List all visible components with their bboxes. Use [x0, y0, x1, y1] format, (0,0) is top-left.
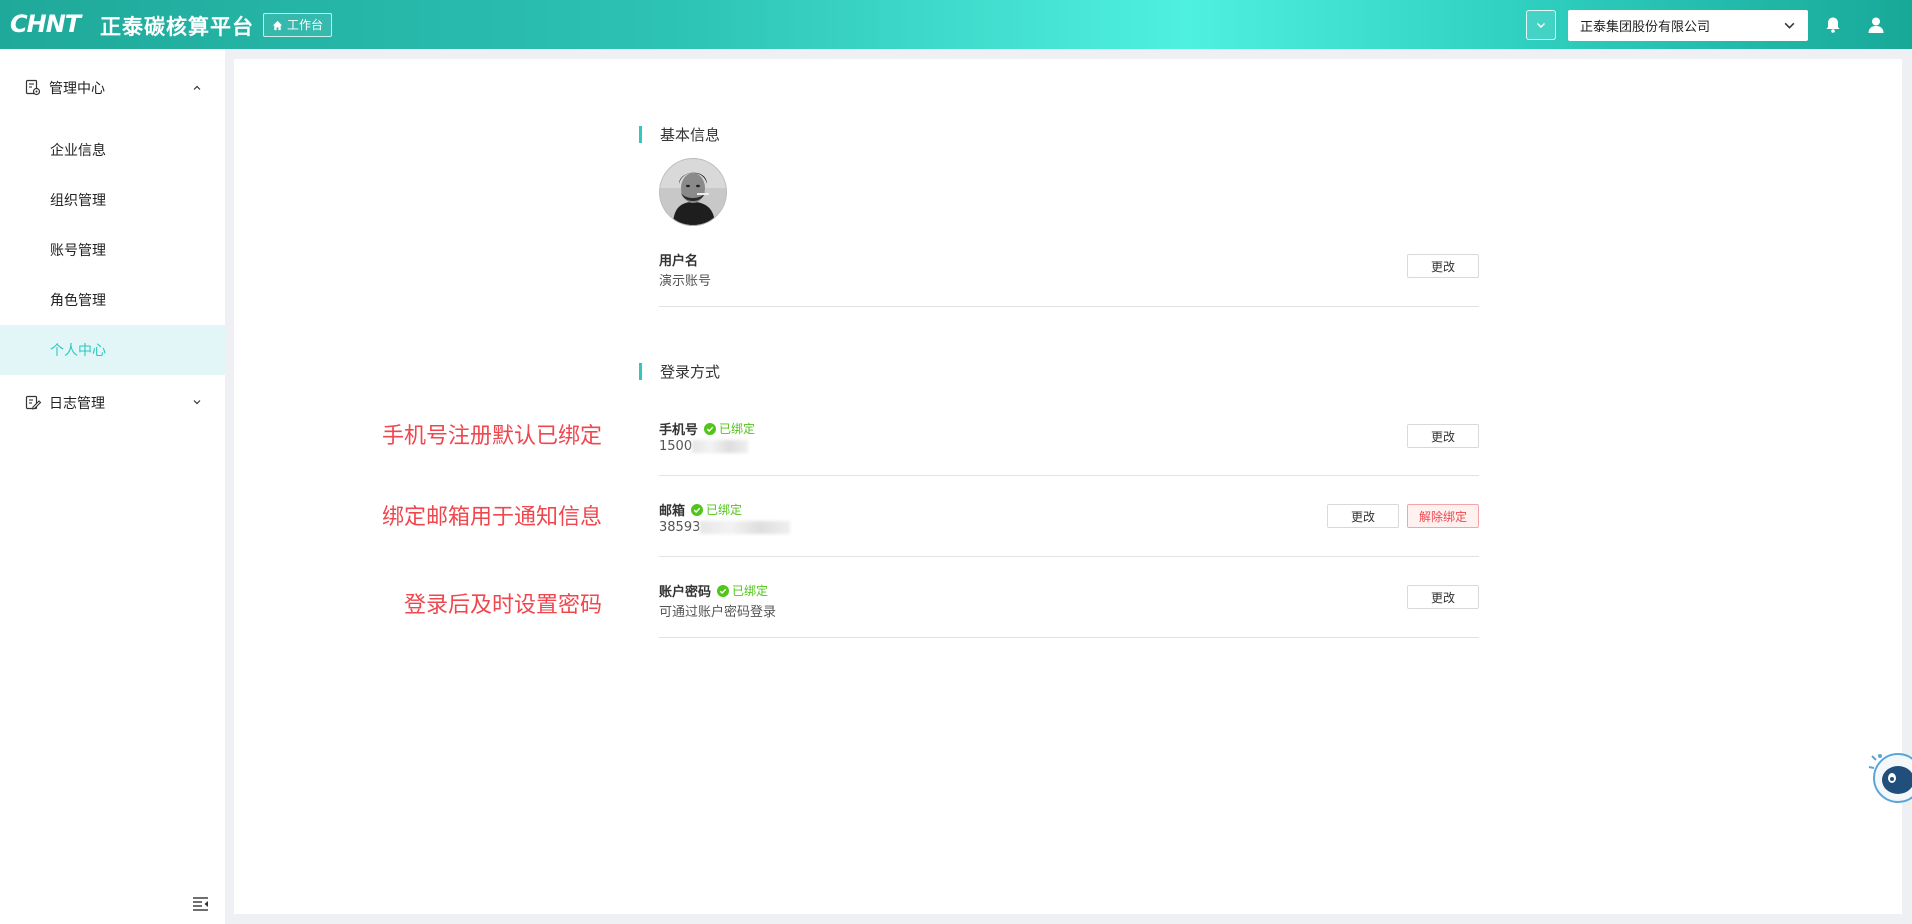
- sidebar-item-roles[interactable]: 角色管理: [0, 275, 225, 325]
- phone-label: 手机号 已绑定: [659, 419, 755, 438]
- document-settings-icon: [25, 79, 41, 96]
- check-circle-icon: [704, 422, 717, 435]
- password-bound-badge: 已绑定: [717, 582, 768, 599]
- divider: [659, 637, 1479, 638]
- masked-text: [700, 521, 791, 534]
- edit-email-button[interactable]: 更改: [1327, 504, 1399, 528]
- unbind-email-button[interactable]: 解除绑定: [1407, 504, 1479, 528]
- email-value: 38593: [659, 520, 791, 535]
- sidebar-item-accounts[interactable]: 账号管理: [0, 225, 225, 275]
- sidebar-group-management[interactable]: 管理中心: [0, 71, 225, 105]
- edit-password-button[interactable]: 更改: [1407, 585, 1479, 609]
- email-label: 邮箱 已绑定: [659, 500, 742, 519]
- workbench-label: 工作台: [287, 18, 324, 32]
- home-icon: [272, 20, 283, 30]
- main-panel: [234, 59, 1902, 914]
- sidebar-item-personal-center[interactable]: 个人中心: [0, 325, 225, 375]
- menu-collapse-icon[interactable]: [192, 895, 209, 912]
- sidebar-item-label: 组织管理: [50, 193, 106, 209]
- sidebar-item-company-info[interactable]: 企业信息: [0, 125, 225, 175]
- email-annotation: 绑定邮箱用于通知信息: [381, 505, 602, 530]
- username-label: 用户名: [659, 250, 698, 269]
- basic-info-section-title: 基本信息: [639, 124, 720, 145]
- password-bound-text: 已绑定: [732, 584, 769, 598]
- top-bar: CHNT 正泰碳核算平台 工作台 正泰集团股份有限公司: [0, 0, 1912, 49]
- phone-bound-badge: 已绑定: [704, 420, 755, 437]
- phone-annotation: 手机号注册默认已绑定: [381, 424, 602, 449]
- section-accent-bar: [639, 363, 642, 380]
- sidebar-item-label: 个人中心: [50, 343, 106, 359]
- app-title: 正泰碳核算平台: [100, 15, 254, 39]
- password-label-text: 账户密码: [659, 585, 712, 600]
- sidebar-item-label: 账号管理: [50, 243, 106, 259]
- workbench-button[interactable]: 工作台: [263, 13, 333, 37]
- sidebar-group-logs[interactable]: 日志管理: [0, 375, 225, 431]
- chevron-down-icon: [1537, 23, 1545, 28]
- avatar[interactable]: [659, 158, 727, 226]
- chevron-down-icon: [193, 400, 201, 405]
- login-methods-section-title: 登录方式: [639, 361, 720, 382]
- section-title-text: 登录方式: [660, 363, 721, 381]
- masked-text: [692, 440, 749, 453]
- company-select-value: 正泰集团股份有限公司: [1580, 20, 1711, 35]
- section-accent-bar: [639, 126, 642, 143]
- edit-phone-button[interactable]: 更改: [1407, 424, 1479, 448]
- username-label-text: 用户名: [659, 254, 699, 269]
- company-select[interactable]: 正泰集团股份有限公司: [1568, 10, 1808, 41]
- user-icon[interactable]: [1866, 15, 1886, 35]
- sidebar-item-label: 角色管理: [50, 293, 106, 309]
- password-label: 账户密码 已绑定: [659, 581, 768, 600]
- edit-username-button[interactable]: 更改: [1407, 254, 1479, 278]
- email-bound-badge: 已绑定: [691, 501, 742, 518]
- email-bound-text: 已绑定: [706, 503, 743, 517]
- username-value: 演示账号: [659, 274, 712, 289]
- check-circle-icon: [691, 503, 704, 516]
- sidebar-item-organization[interactable]: 组织管理: [0, 175, 225, 225]
- section-title-text: 基本信息: [660, 126, 721, 144]
- sidebar-group-label: 日志管理: [49, 396, 105, 412]
- sidebar-group-label: 管理中心: [49, 81, 105, 97]
- logo: CHNT: [10, 10, 81, 38]
- password-annotation: 登录后及时设置密码: [403, 593, 602, 618]
- phone-label-text: 手机号: [659, 423, 699, 438]
- divider: [659, 306, 1479, 307]
- email-value-text: 38593: [659, 520, 701, 535]
- bell-icon[interactable]: [1823, 15, 1843, 35]
- email-label-text: 邮箱: [659, 504, 686, 519]
- check-circle-icon: [717, 584, 730, 597]
- phone-value: 1500: [659, 439, 749, 454]
- divider: [659, 475, 1479, 476]
- sidebar: 管理中心 企业信息 组织管理 账号管理 角色管理 个人中心 日志管理: [0, 49, 225, 924]
- phone-bound-text: 已绑定: [719, 422, 756, 436]
- edit-document-icon: [25, 395, 42, 410]
- sidebar-item-label: 企业信息: [50, 143, 106, 159]
- divider: [659, 556, 1479, 557]
- assistant-mascot-icon[interactable]: [1868, 734, 1912, 814]
- phone-value-text: 1500: [659, 439, 693, 454]
- chevron-down-icon: [1784, 22, 1795, 29]
- chevron-up-icon: [193, 85, 201, 90]
- collapse-dropdown-button[interactable]: [1526, 10, 1556, 40]
- password-value: 可通过账户密码登录: [659, 605, 777, 620]
